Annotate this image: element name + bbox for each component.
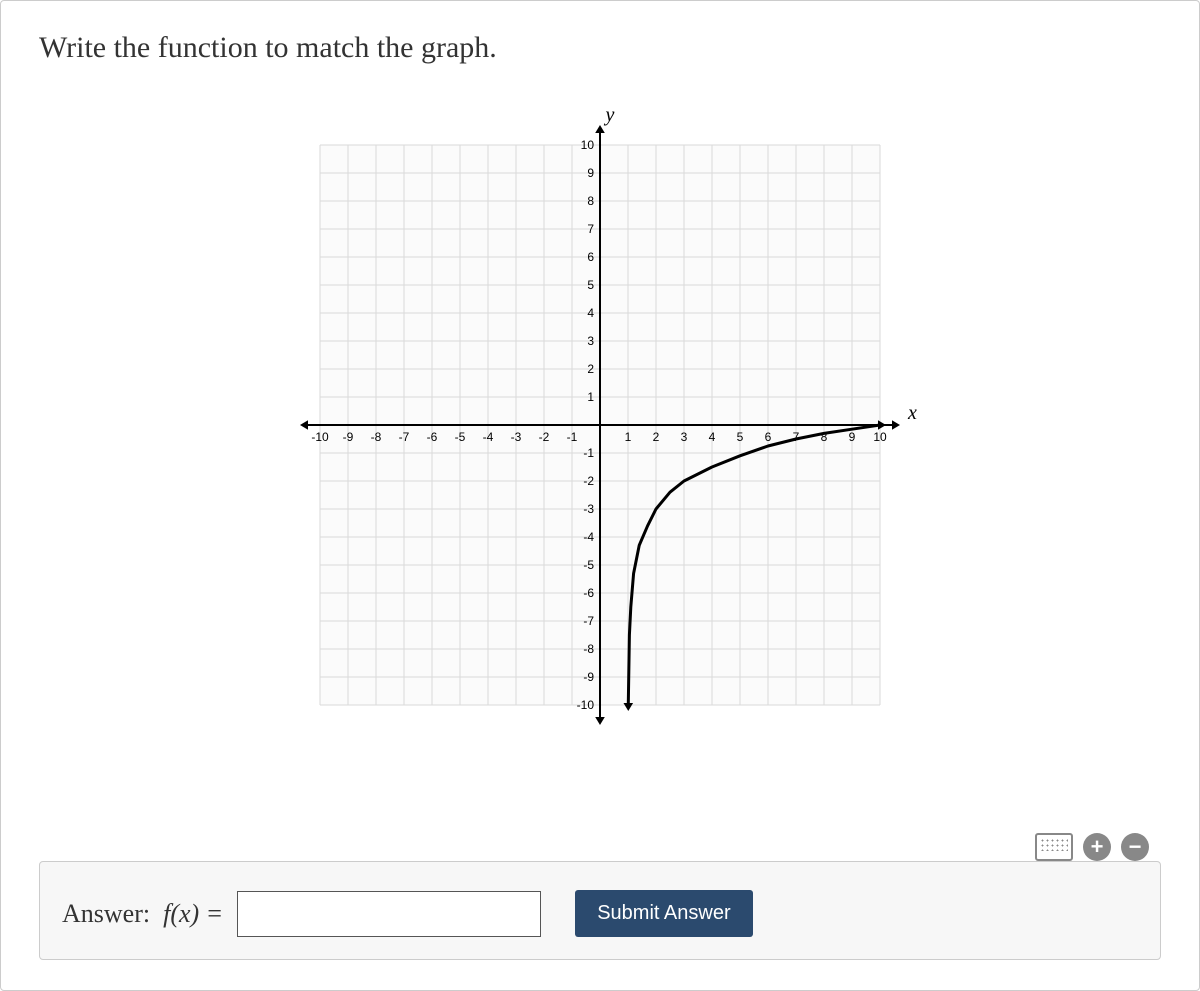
svg-text:3: 3 (681, 430, 688, 444)
svg-text:2: 2 (587, 362, 594, 376)
svg-text:8: 8 (587, 194, 594, 208)
svg-text:-1: -1 (583, 446, 594, 460)
svg-text:-5: -5 (583, 558, 594, 572)
coordinate-graph: -10 -9 -8 -7 -6 -5 -4 -3 -2 -1 1 2 3 4 5 6 7 8 9 10 -10 -9 -8 -… (280, 105, 920, 745)
svg-text:-8: -8 (583, 642, 594, 656)
svg-text:y: y (604, 105, 615, 126)
svg-text:4: 4 (587, 306, 594, 320)
svg-text:-2: -2 (583, 474, 594, 488)
svg-text:1: 1 (587, 390, 594, 404)
svg-text:-7: -7 (399, 430, 410, 444)
svg-text:-4: -4 (583, 530, 594, 544)
svg-text:-5: -5 (455, 430, 466, 444)
problem-container: Write the function to match the graph. -… (0, 0, 1200, 991)
svg-text:3: 3 (587, 334, 594, 348)
svg-text:-1: -1 (567, 430, 578, 444)
svg-text:10: 10 (873, 430, 887, 444)
svg-text:-3: -3 (583, 502, 594, 516)
svg-text:-9: -9 (583, 670, 594, 684)
answer-input[interactable] (237, 891, 541, 937)
svg-text:-7: -7 (583, 614, 594, 628)
svg-text:-10: -10 (311, 430, 329, 444)
svg-text:6: 6 (587, 250, 594, 264)
answer-label: Answer: f(x) = (62, 899, 223, 929)
svg-text:7: 7 (587, 222, 594, 236)
svg-text:-3: -3 (511, 430, 522, 444)
svg-text:2: 2 (653, 430, 660, 444)
svg-text:-10: -10 (577, 698, 595, 712)
svg-text:-2: -2 (539, 430, 550, 444)
svg-text:-6: -6 (583, 586, 594, 600)
svg-text:9: 9 (849, 430, 856, 444)
keyboard-icon[interactable] (1035, 833, 1073, 861)
svg-text:9: 9 (587, 166, 594, 180)
toolbar-icons: + − (1035, 833, 1149, 861)
svg-text:-9: -9 (343, 430, 354, 444)
svg-text:-6: -6 (427, 430, 438, 444)
zoom-in-icon[interactable]: + (1083, 833, 1111, 861)
svg-text:1: 1 (625, 430, 632, 444)
svg-text:6: 6 (765, 430, 772, 444)
svg-text:x: x (907, 402, 917, 424)
svg-text:10: 10 (581, 138, 595, 152)
svg-text:4: 4 (709, 430, 716, 444)
svg-text:5: 5 (587, 278, 594, 292)
zoom-out-icon[interactable]: − (1121, 833, 1149, 861)
svg-text:-4: -4 (483, 430, 494, 444)
svg-text:5: 5 (737, 430, 744, 444)
answer-bar: Answer: f(x) = Submit Answer (39, 861, 1161, 960)
submit-button[interactable]: Submit Answer (575, 890, 752, 937)
svg-text:-8: -8 (371, 430, 382, 444)
problem-title: Write the function to match the graph. (1, 1, 1199, 75)
